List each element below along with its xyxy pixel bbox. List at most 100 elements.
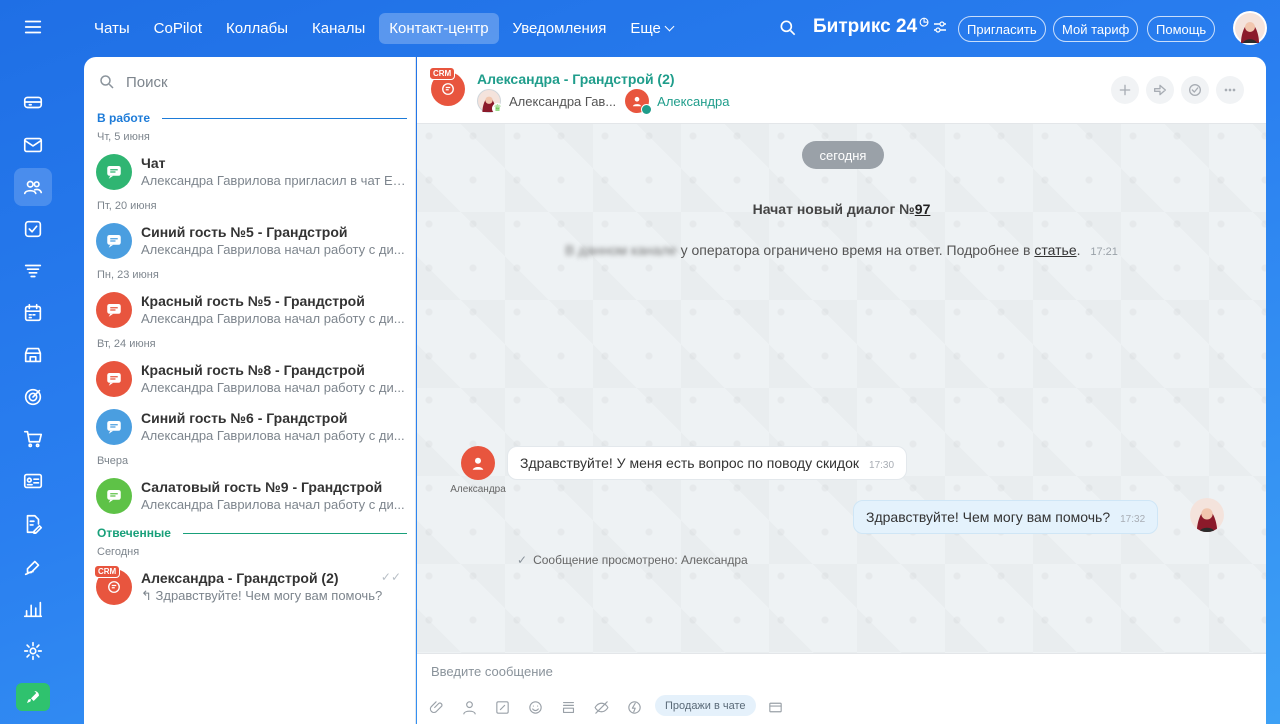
chat-subtitle-row: ↰ Здравствуйте! Чем могу вам помочь? <box>141 588 407 604</box>
seen-text: Сообщение просмотрено: Александра <box>533 553 748 567</box>
chat-item[interactable]: Салатовый гость №9 - Грандстрой Александр… <box>84 469 415 522</box>
chat-item[interactable]: Синий гость №6 - Грандстрой Александра Га… <box>84 400 415 453</box>
date-label: Вт, 24 июня <box>97 338 156 350</box>
chat-item[interactable]: Чат Александра Гаврилова пригласил в чат … <box>84 145 415 198</box>
help-button[interactable]: Помощь <box>1147 16 1216 42</box>
calendar-icon[interactable] <box>14 294 52 332</box>
crown-icon: ♛ <box>492 103 503 114</box>
chat-icon <box>96 222 132 259</box>
chat-title: Красный гость №8 - Грандстрой <box>141 362 365 378</box>
chat-header: CRM Александра - Грандстрой (2) ♛ Алекса… <box>417 57 1266 124</box>
store-icon[interactable] <box>14 336 52 374</box>
dialog-number-link[interactable]: 97 <box>915 201 931 217</box>
chat-icon <box>96 360 132 397</box>
card-icon[interactable] <box>14 462 52 500</box>
messages-area: сегодня Начат новый диалог №97 В данном … <box>417 124 1266 653</box>
attach-icon[interactable] <box>429 699 447 717</box>
nav-more[interactable]: Еще <box>620 13 683 44</box>
notice-period: . <box>1076 242 1081 258</box>
invite-button[interactable]: Пригласить <box>958 16 1046 42</box>
brand-name: Битрикс <box>813 16 891 37</box>
crm-chat-icon: CRM <box>94 564 132 605</box>
chat-item[interactable]: Синий гость №5 - Грандстрой Александра Га… <box>84 214 415 267</box>
chat-subtitle: Александра Гаврилова начал работу с ди..… <box>141 380 405 395</box>
panel-icon[interactable] <box>767 699 785 717</box>
incoming-message[interactable]: Здравствуйте! У меня есть вопрос по пово… <box>507 446 908 480</box>
top-navigation: Чаты CoPilot Коллабы Каналы Контакт-цент… <box>84 10 1267 46</box>
sign-icon[interactable] <box>14 548 52 586</box>
check-icon: ✓ <box>517 553 528 567</box>
member-avatar[interactable]: ♛ <box>477 89 503 114</box>
nav-copilot[interactable]: CoPilot <box>144 13 212 44</box>
hidden-message-icon[interactable] <box>593 699 611 717</box>
doc-edit-icon[interactable] <box>14 505 52 543</box>
message-input[interactable]: Введите сообщение <box>431 664 553 679</box>
message-composer: Введите сообщение Продажи в чате <box>417 653 1266 724</box>
member-name[interactable]: Александра Гав... <box>509 94 616 109</box>
chat-item[interactable]: Красный гость №8 - Грандстрой Александра … <box>84 352 415 405</box>
chat-item[interactable]: Красный гость №5 - Грандстрой Александра … <box>84 283 415 336</box>
connector-badge-icon <box>641 104 653 115</box>
chat-title: Синий гость №5 - Грандстрой <box>141 224 348 240</box>
notice-text: у оператора ограничено время на ответ. П… <box>680 242 1031 258</box>
quick-answer-icon[interactable] <box>494 699 512 717</box>
chat-title: Александра - Грандстрой (2) <box>141 569 339 586</box>
smile-icon[interactable] <box>527 699 545 717</box>
notice-message: В данном канале у оператора ограничено в… <box>417 242 1266 258</box>
analytics-icon[interactable] <box>14 590 52 628</box>
section-answered: Отвеченные <box>84 522 415 544</box>
finish-dialog-icon[interactable] <box>1181 76 1209 104</box>
client-name: Александра <box>450 484 506 495</box>
brand-logo: Битрикс 24 ◷ <box>813 16 947 38</box>
outgoing-message[interactable]: Здравствуйте! Чем могу вам помочь? 17:32 <box>853 500 1159 534</box>
chat-icon <box>96 477 132 514</box>
cart-icon[interactable] <box>14 420 52 458</box>
sliders-icon[interactable] <box>933 21 947 33</box>
more-icon[interactable] <box>1216 76 1244 104</box>
chat-item-active[interactable]: CRM Александра - Грандстрой (2) ↰ Здравс… <box>84 560 415 613</box>
article-link[interactable]: статье <box>1034 242 1076 258</box>
nav-chats[interactable]: Чаты <box>84 13 140 44</box>
sales-in-chat-button[interactable]: Продажи в чате <box>655 695 756 716</box>
nav-notifications[interactable]: Уведомления <box>503 13 617 44</box>
section-in-work: В работе <box>84 107 415 129</box>
member-name[interactable]: Александра <box>657 94 729 109</box>
feed-icon[interactable] <box>14 83 52 121</box>
operator-avatar[interactable] <box>1190 498 1224 532</box>
chat-search <box>84 57 415 107</box>
crm-badge: CRM <box>94 564 121 578</box>
reply-icon: ↰ <box>141 587 156 603</box>
forward-icon[interactable] <box>1146 76 1174 104</box>
chat-title: Чат <box>141 155 166 171</box>
brand-number: 24 <box>896 16 918 37</box>
nav-channels[interactable]: Каналы <box>302 13 375 44</box>
system-message-text: Начат новый диалог № <box>752 201 915 217</box>
contacts-icon[interactable] <box>14 168 52 206</box>
templates-icon[interactable] <box>560 699 578 717</box>
nav-collabs[interactable]: Коллабы <box>216 13 298 44</box>
section-divider <box>182 532 407 534</box>
add-icon[interactable] <box>1111 76 1139 104</box>
tasks-icon[interactable] <box>14 210 52 248</box>
settings-icon[interactable] <box>14 632 52 670</box>
menu-icon[interactable] <box>14 8 52 46</box>
rocket-icon[interactable] <box>16 683 50 711</box>
lightning-icon[interactable] <box>626 699 644 717</box>
chat-title: Красный гость №5 - Грандстрой <box>141 293 365 309</box>
client-avatar[interactable] <box>461 446 495 480</box>
member-avatar[interactable] <box>625 89 653 115</box>
target-icon[interactable] <box>14 378 52 416</box>
section-divider <box>162 117 407 119</box>
chat-title[interactable]: Александра - Грандстрой (2) <box>477 71 675 87</box>
search-input[interactable] <box>126 73 366 91</box>
user-avatar[interactable] <box>1233 11 1267 45</box>
nav-contact-center[interactable]: Контакт-центр <box>379 12 499 44</box>
filter-icon[interactable] <box>14 252 52 290</box>
mail-icon[interactable] <box>14 126 52 164</box>
user-icon[interactable] <box>461 699 479 717</box>
my-tariff-button[interactable]: Мой тариф <box>1053 16 1139 42</box>
date-label: Пн, 23 июня <box>97 269 159 281</box>
chat-subtitle: Здравствуйте! Чем могу вам помочь? <box>155 587 383 603</box>
search-icon[interactable] <box>778 18 800 40</box>
date-label: Сегодня <box>97 546 140 558</box>
